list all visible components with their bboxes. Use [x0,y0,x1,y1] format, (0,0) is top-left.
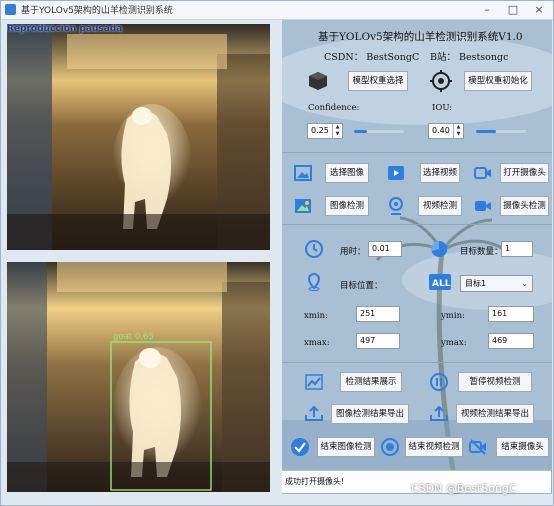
source-frame-image [7,24,270,250]
init-model-button[interactable]: 模型权重初始化 [464,71,532,91]
camera-off-icon [469,439,486,455]
ymin-field: 161 [488,306,534,322]
stop-video-button[interactable]: 结束视频检测 [405,437,463,457]
video-file-icon [388,166,404,180]
open-camera-button[interactable]: 打开摄像头 [500,163,549,183]
select-video-button[interactable]: 选择视频 [420,163,460,183]
time-field: 0.01 [368,241,402,257]
all-targets-icon: ALL [429,274,451,290]
divider [282,362,552,363]
confidence-spinbox[interactable]: 0.25 ▲ ▼ [307,123,343,139]
pause-video-button[interactable]: 暂停视频检测 [458,372,532,392]
show-results-button[interactable]: 检测结果展示 [340,372,402,392]
svg-text:ALL: ALL [432,279,451,289]
playback-overlay: Reproducción pausada [7,24,123,34]
cube-icon [309,72,327,90]
image-detect-icon [295,199,311,213]
ymin-label: ymin: [441,311,465,321]
confidence-label: Confidence: [308,103,360,113]
source-video-pane: Reproducción pausada [7,24,270,250]
watermark: CSDN @BestSongC [411,482,517,495]
panel-title: 基于YOLOv5架构的山羊检测识别系统V1.0 [318,31,523,43]
ymax-field: 469 [488,333,534,349]
minimize-button[interactable]: – [475,1,499,19]
pie-chart-icon [431,240,448,257]
detect-image-button[interactable]: 图像检测 [325,196,369,216]
iou-slider-fill [476,130,496,133]
image-icon [294,165,312,181]
clock-icon [305,240,323,258]
target-icon [430,70,452,92]
location-pin-icon [307,272,321,291]
control-panel: 基于YOLOv5架构的山羊检测识别系统V1.0 CSDN： BestSongC … [282,20,552,494]
detection-frame-image [7,262,270,492]
target-count-label: 目标数量： [460,247,503,257]
camera-icon [474,167,491,179]
export-image-button[interactable]: 图像检测结果导出 [331,404,409,424]
xmax-label: xmax: [304,338,330,348]
xmax-field: 497 [356,333,400,349]
main-window: 基于YOLOv5架构的山羊检测识别系统 – □ × Reproducción p… [0,0,554,506]
time-label: 用时： [340,247,366,257]
chevron-down-icon: ⌄ [521,279,528,288]
stop-icon [381,438,399,456]
check-circle-icon [291,438,309,456]
ymax-label: ymax: [441,338,467,348]
iou-value: 0.40 [432,126,450,135]
confidence-slider[interactable] [354,130,404,133]
target-select[interactable]: 目标1 ⌄ [460,275,533,292]
title-bar: 基于YOLOv5架构的山羊检测识别系统 – □ × [1,1,553,20]
iou-label: IOU: [432,103,453,113]
select-model-button[interactable]: 模型权重选择 [348,71,408,91]
confidence-value: 0.25 [311,126,329,135]
webcam-icon [389,197,403,215]
iou-spinbox[interactable]: 0.40 ▲ ▼ [428,123,464,139]
close-button[interactable]: × [527,1,551,19]
xmin-field: 251 [356,306,400,322]
select-image-button[interactable]: 选择图像 [325,163,369,183]
credit-csdn: CSDN： BestSongC [324,52,420,63]
upload-icon [305,405,323,421]
video-camera-icon [475,201,491,211]
confidence-slider-fill [354,130,367,133]
detection-video-pane: goat 0.65 [7,262,270,492]
spin-arrows-icon[interactable]: ▲ ▼ [332,124,342,138]
line-chart-icon [305,374,323,390]
xmin-label: xmin: [304,311,328,321]
spin-arrows-icon[interactable]: ▲ ▼ [453,124,463,138]
window-title: 基于YOLOv5架构的山羊检测识别系统 [21,6,173,16]
target-count-field: 1 [501,241,533,257]
stop-camera-button[interactable]: 结束摄像头 [496,437,549,457]
stop-image-button[interactable]: 结束图像检测 [317,437,375,457]
divider [282,224,552,225]
divider [282,152,552,153]
target-select-value: 目标1 [465,279,487,288]
app-icon [5,4,16,15]
credit-bilibili: B站： Bestsongc [430,52,509,63]
export-video-button[interactable]: 视频检测结果导出 [456,404,534,424]
detect-video-button[interactable]: 视频检测 [418,196,462,216]
target-position-label: 目标位置： [340,281,383,291]
iou-slider[interactable] [476,130,526,133]
upload-icon [430,405,448,421]
maximize-button[interactable]: □ [501,1,525,19]
detection-label: goat 0.65 [113,332,154,342]
detect-camera-button[interactable]: 摄像头检测 [500,196,549,216]
pause-icon [430,373,448,391]
